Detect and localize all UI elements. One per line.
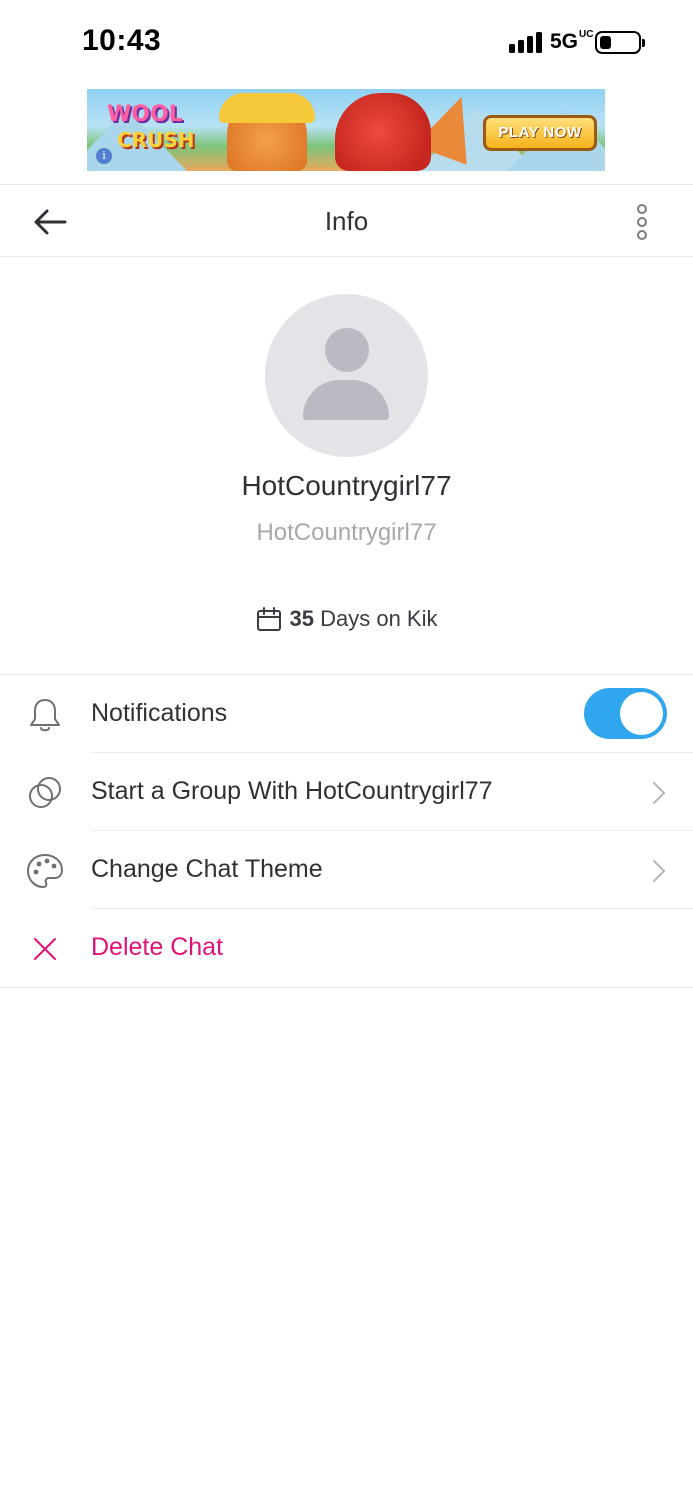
divider [0,987,693,988]
ad-dragon-character [335,93,431,171]
status-bar: 10:43 5G UC [0,0,693,80]
more-options-button[interactable] [631,204,653,240]
change-theme-label: Change Chat Theme [91,855,323,883]
settings-list: Notifications Start a Group With HotCoun… [0,674,693,988]
notifications-toggle[interactable] [584,688,667,739]
ad-logo-line1: WOOL [107,102,183,127]
ad-banner[interactable]: WOOL CRUSH PLAY NOW i [87,89,605,171]
bell-icon [26,696,64,734]
more-vertical-icon [637,204,647,214]
chevron-right-icon [653,782,665,804]
battery-icon [595,30,645,54]
days-suffix: Days on Kik [320,606,438,631]
network-indicator: 5G UC [549,29,594,54]
days-count: 35 [289,606,314,631]
close-icon [26,930,64,968]
ad-play-now-button[interactable]: PLAY NOW [483,115,597,151]
start-group-label: Start a Group With HotCountrygirl77 [91,777,493,805]
start-group-row[interactable]: Start a Group With HotCountrygirl77 [0,753,693,831]
group-circles-icon [26,774,64,812]
ad-logo-line2: CRUSH [117,128,195,152]
chevron-right-icon [653,860,665,882]
toggle-knob [620,692,663,735]
more-vertical-icon [637,217,647,227]
status-indicators: 5G UC [508,28,645,56]
avatar[interactable] [265,294,428,457]
calendar-icon [256,607,281,631]
battery-level [600,35,611,49]
page-title: Info [324,206,369,236]
network-superscript: UC [579,29,594,40]
delete-chat-row[interactable]: Delete Chat [0,909,693,987]
delete-chat-label: Delete Chat [91,933,224,961]
notifications-row: Notifications [0,675,693,753]
signal-icon [508,31,542,53]
profile-display-name: HotCountrygirl77 [241,470,452,501]
network-type: 5G [549,30,578,53]
more-vertical-icon [637,230,647,240]
status-time: 10:43 [82,24,162,57]
person-placeholder-icon [325,328,369,372]
change-theme-row[interactable]: Change Chat Theme [0,831,693,909]
ad-info-icon[interactable]: i [96,148,112,164]
profile-username: HotCountrygirl77 [256,519,437,546]
notifications-label: Notifications [91,699,228,727]
ad-cat-hat [219,93,315,123]
days-on-kik: 35 Days on Kik [0,606,693,632]
top-nav-bar: Info [0,184,693,257]
person-placeholder-icon [303,380,389,420]
palette-icon [26,852,64,890]
ad-logo: WOOL CRUSH [107,102,195,153]
